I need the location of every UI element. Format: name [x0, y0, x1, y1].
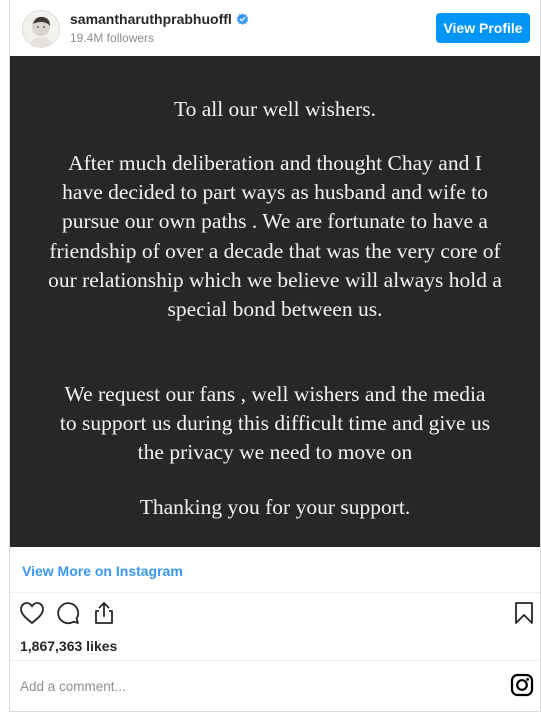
post-text-request: We request our fans , well wishers and t…: [59, 382, 491, 465]
instagram-embed: samantharuthprabhuoffl 19.4M followers V…: [9, 0, 541, 712]
post-image[interactable]: To all our well wishers. After much deli…: [10, 56, 540, 547]
follower-count: 19.4M followers: [70, 31, 155, 45]
avatar-image: [23, 11, 59, 47]
avatar[interactable]: [22, 10, 60, 48]
comment-input[interactable]: Add a comment...: [20, 679, 126, 694]
post-text-announcement: After much deliberation and thought Chay…: [48, 151, 502, 322]
share-icon[interactable]: [92, 601, 116, 625]
instagram-icon[interactable]: [510, 673, 534, 697]
post-text-greeting: To all our well wishers.: [173, 97, 377, 121]
action-bar: [10, 593, 540, 633]
post-header: samantharuthprabhuoffl 19.4M followers V…: [10, 0, 540, 56]
comment-row: Add a comment...: [10, 660, 540, 712]
comment-icon[interactable]: [56, 601, 80, 625]
like-count: 1,867,363 likes: [20, 638, 118, 654]
username[interactable]: samantharuthprabhuoffl: [70, 11, 232, 27]
post-text-thanks: Thanking you for your support.: [139, 495, 411, 519]
bookmark-icon[interactable]: [514, 601, 534, 625]
verified-badge-icon: [236, 12, 248, 25]
view-more-row: View More on Instagram: [10, 547, 540, 593]
view-more-link[interactable]: View More on Instagram: [22, 563, 183, 579]
view-profile-button[interactable]: View Profile: [436, 13, 530, 43]
heart-icon[interactable]: [19, 601, 45, 625]
